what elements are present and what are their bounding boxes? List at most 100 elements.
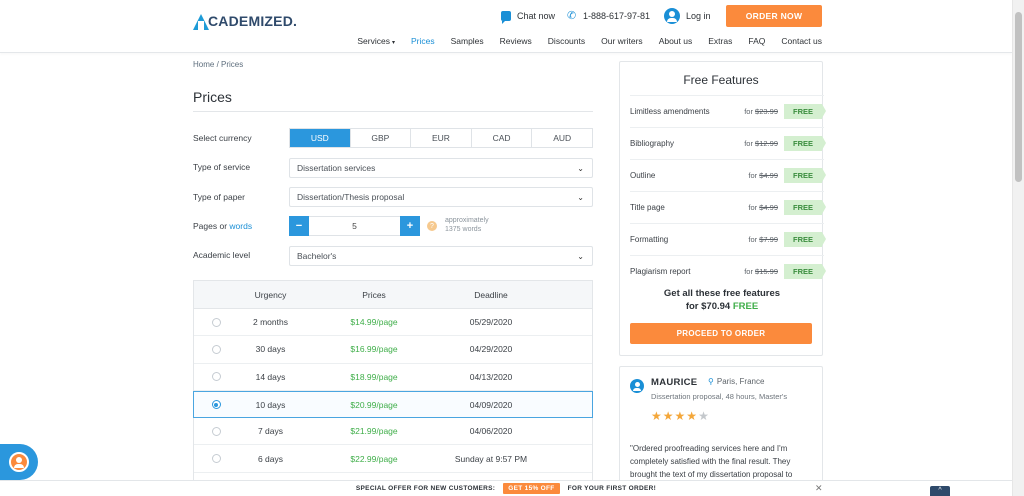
table-row[interactable]: 30 days $16.99/page 04/29/2020 — [194, 336, 592, 364]
deadline-cell: 04/29/2020 — [469, 344, 513, 355]
urgency-radio[interactable] — [211, 317, 221, 327]
currency-option-eur[interactable]: EUR — [410, 129, 471, 147]
urgency-cell: 6 days — [257, 453, 284, 464]
service-select[interactable]: Dissertation services ⌄ — [289, 158, 593, 178]
nav-item-contact-us[interactable]: Contact us — [781, 36, 822, 46]
phone-link[interactable]: ✆ 1-888-617-97-81 — [567, 10, 650, 22]
urgency-radio[interactable] — [211, 426, 221, 436]
approx-words: approximately 1375 words — [445, 217, 489, 233]
scroll-to-top-button[interactable]: ^ — [930, 486, 950, 496]
order-now-button[interactable]: ORDER NOW — [726, 5, 822, 27]
feature-price: for $4.99 — [748, 203, 778, 212]
free-badge: FREE — [784, 136, 826, 151]
nav-item-discounts[interactable]: Discounts — [548, 36, 585, 46]
paper-select[interactable]: Dissertation/Thesis proposal ⌄ — [289, 187, 593, 207]
close-icon[interactable]: ✕ — [815, 483, 823, 494]
reviewer-name: MAURICE — [651, 377, 698, 388]
support-agent-icon — [9, 452, 29, 472]
review-card: MAURICE ⚲ Paris, France Dissertation pro… — [619, 366, 823, 496]
features-total: Get all these free features for $70.94 F… — [663, 288, 781, 312]
chat-icon — [501, 11, 511, 24]
feature-price: for $7.99 — [748, 235, 778, 244]
pages-label: Pages or words — [193, 221, 253, 231]
table-row[interactable]: 10 days $20.99/page 04/09/2020 — [193, 390, 593, 419]
nav-item-prices[interactable]: Prices — [411, 36, 435, 46]
increment-button[interactable]: + — [400, 216, 420, 236]
scrollbar-thumb[interactable] — [1015, 12, 1022, 182]
currency-option-gbp[interactable]: GBP — [349, 129, 411, 147]
login-link[interactable]: Log in — [664, 8, 711, 24]
nav-item-services[interactable]: Services ▾ — [357, 36, 395, 46]
nav-item-samples[interactable]: Samples — [451, 36, 484, 46]
urgency-radio[interactable] — [211, 400, 221, 410]
free-badge: FREE — [784, 104, 826, 119]
feature-row: Formatting for $7.99 FREE — [630, 223, 826, 255]
free-features-card: Free Features Limitless amendments for $2… — [619, 61, 826, 356]
feature-name: Formatting — [630, 235, 669, 244]
deadline-cell: Sunday at 9:57 PM — [454, 453, 528, 464]
nav-item-reviews[interactable]: Reviews — [500, 36, 532, 46]
urgency-table-header: Urgency Prices Deadline — [194, 281, 592, 309]
site-header: CADEMIZED. Chat now ✆ 1-888-617-97-81 Lo… — [0, 0, 1012, 53]
nav-item-faq[interactable]: FAQ — [748, 36, 765, 46]
feature-price: for $4.99 — [748, 171, 778, 180]
deadline-cell: 05/29/2020 — [469, 317, 513, 328]
breadcrumb[interactable]: Home / Prices — [193, 60, 243, 69]
feature-price: for $12.99 — [744, 139, 778, 148]
urgency-cell: 7 days — [257, 426, 284, 437]
feature-row: Limitless amendments for $23.99 FREE — [630, 95, 826, 127]
currency-option-cad[interactable]: CAD — [470, 129, 532, 147]
title-divider — [193, 111, 593, 112]
page-title: Prices — [193, 89, 232, 105]
site-logo[interactable]: CADEMIZED. — [193, 12, 297, 30]
urgency-radio[interactable] — [211, 372, 221, 382]
urgency-table: Urgency Prices Deadline 2 months $14.99/p… — [193, 280, 593, 496]
prices-header: Prices — [362, 289, 386, 300]
table-row[interactable]: 6 days $22.99/page Sunday at 9:57 PM — [194, 445, 592, 473]
star-icon: ★ — [674, 409, 686, 423]
chat-now-link[interactable]: Chat now — [501, 11, 555, 24]
currency-option-aud[interactable]: AUD — [531, 129, 592, 147]
rating-stars: ★ ★ ★ ★ ★ — [651, 409, 709, 423]
feature-name: Plagiarism report — [630, 267, 691, 276]
level-select[interactable]: Bachelor's ⌄ — [289, 246, 593, 266]
deadline-cell: 04/09/2020 — [469, 399, 513, 410]
logo-text: CADEMIZED. — [208, 13, 298, 29]
offer-badge[interactable]: GET 15% OFF — [503, 483, 560, 494]
phone-icon: ✆ — [567, 10, 577, 22]
free-badge: FREE — [784, 200, 826, 215]
feature-row: Plagiarism report for $15.99 FREE — [630, 255, 826, 287]
urgency-cell: 14 days — [255, 371, 286, 382]
deadline-cell: 04/13/2020 — [469, 371, 513, 382]
feature-row: Title page for $4.99 FREE — [630, 191, 826, 223]
feature-row: Bibliography for $12.99 FREE — [630, 127, 826, 159]
urgency-radio[interactable] — [211, 454, 221, 464]
price-cell: $18.99/page — [350, 371, 398, 382]
live-chat-button[interactable] — [0, 444, 38, 480]
currency-option-usd[interactable]: USD — [290, 129, 350, 147]
free-badge: FREE — [784, 168, 826, 183]
level-label: Academic level — [193, 250, 251, 260]
star-icon: ★ — [686, 409, 698, 423]
price-cell: $20.99/page — [350, 399, 398, 410]
nav-item-our-writers[interactable]: Our writers — [601, 36, 643, 46]
chevron-down-icon: ⌄ — [577, 192, 584, 202]
table-row[interactable]: 2 months $14.99/page 05/29/2020 — [194, 309, 592, 337]
words-link[interactable]: words — [229, 221, 252, 231]
proceed-to-order-button[interactable]: PROCEED TO ORDER — [630, 323, 812, 344]
table-row[interactable]: 14 days $18.99/page 04/13/2020 — [194, 364, 592, 391]
price-cell: $14.99/page — [350, 317, 398, 328]
page-scrollbar[interactable] — [1012, 0, 1024, 496]
nav-item-about-us[interactable]: About us — [659, 36, 693, 46]
deadline-header: Deadline — [474, 289, 508, 300]
table-row[interactable]: 7 days $21.99/page 04/06/2020 — [194, 418, 592, 446]
free-badge: FREE — [784, 232, 826, 247]
feature-name: Limitless amendments — [630, 107, 710, 116]
user-icon — [664, 8, 680, 24]
urgency-radio[interactable] — [211, 344, 221, 354]
currency-label: Select currency — [193, 133, 252, 143]
pages-input[interactable]: 5 — [309, 216, 400, 236]
decrement-button[interactable]: − — [289, 216, 309, 236]
nav-item-extras[interactable]: Extras — [708, 36, 732, 46]
help-icon[interactable]: ? — [427, 221, 437, 231]
